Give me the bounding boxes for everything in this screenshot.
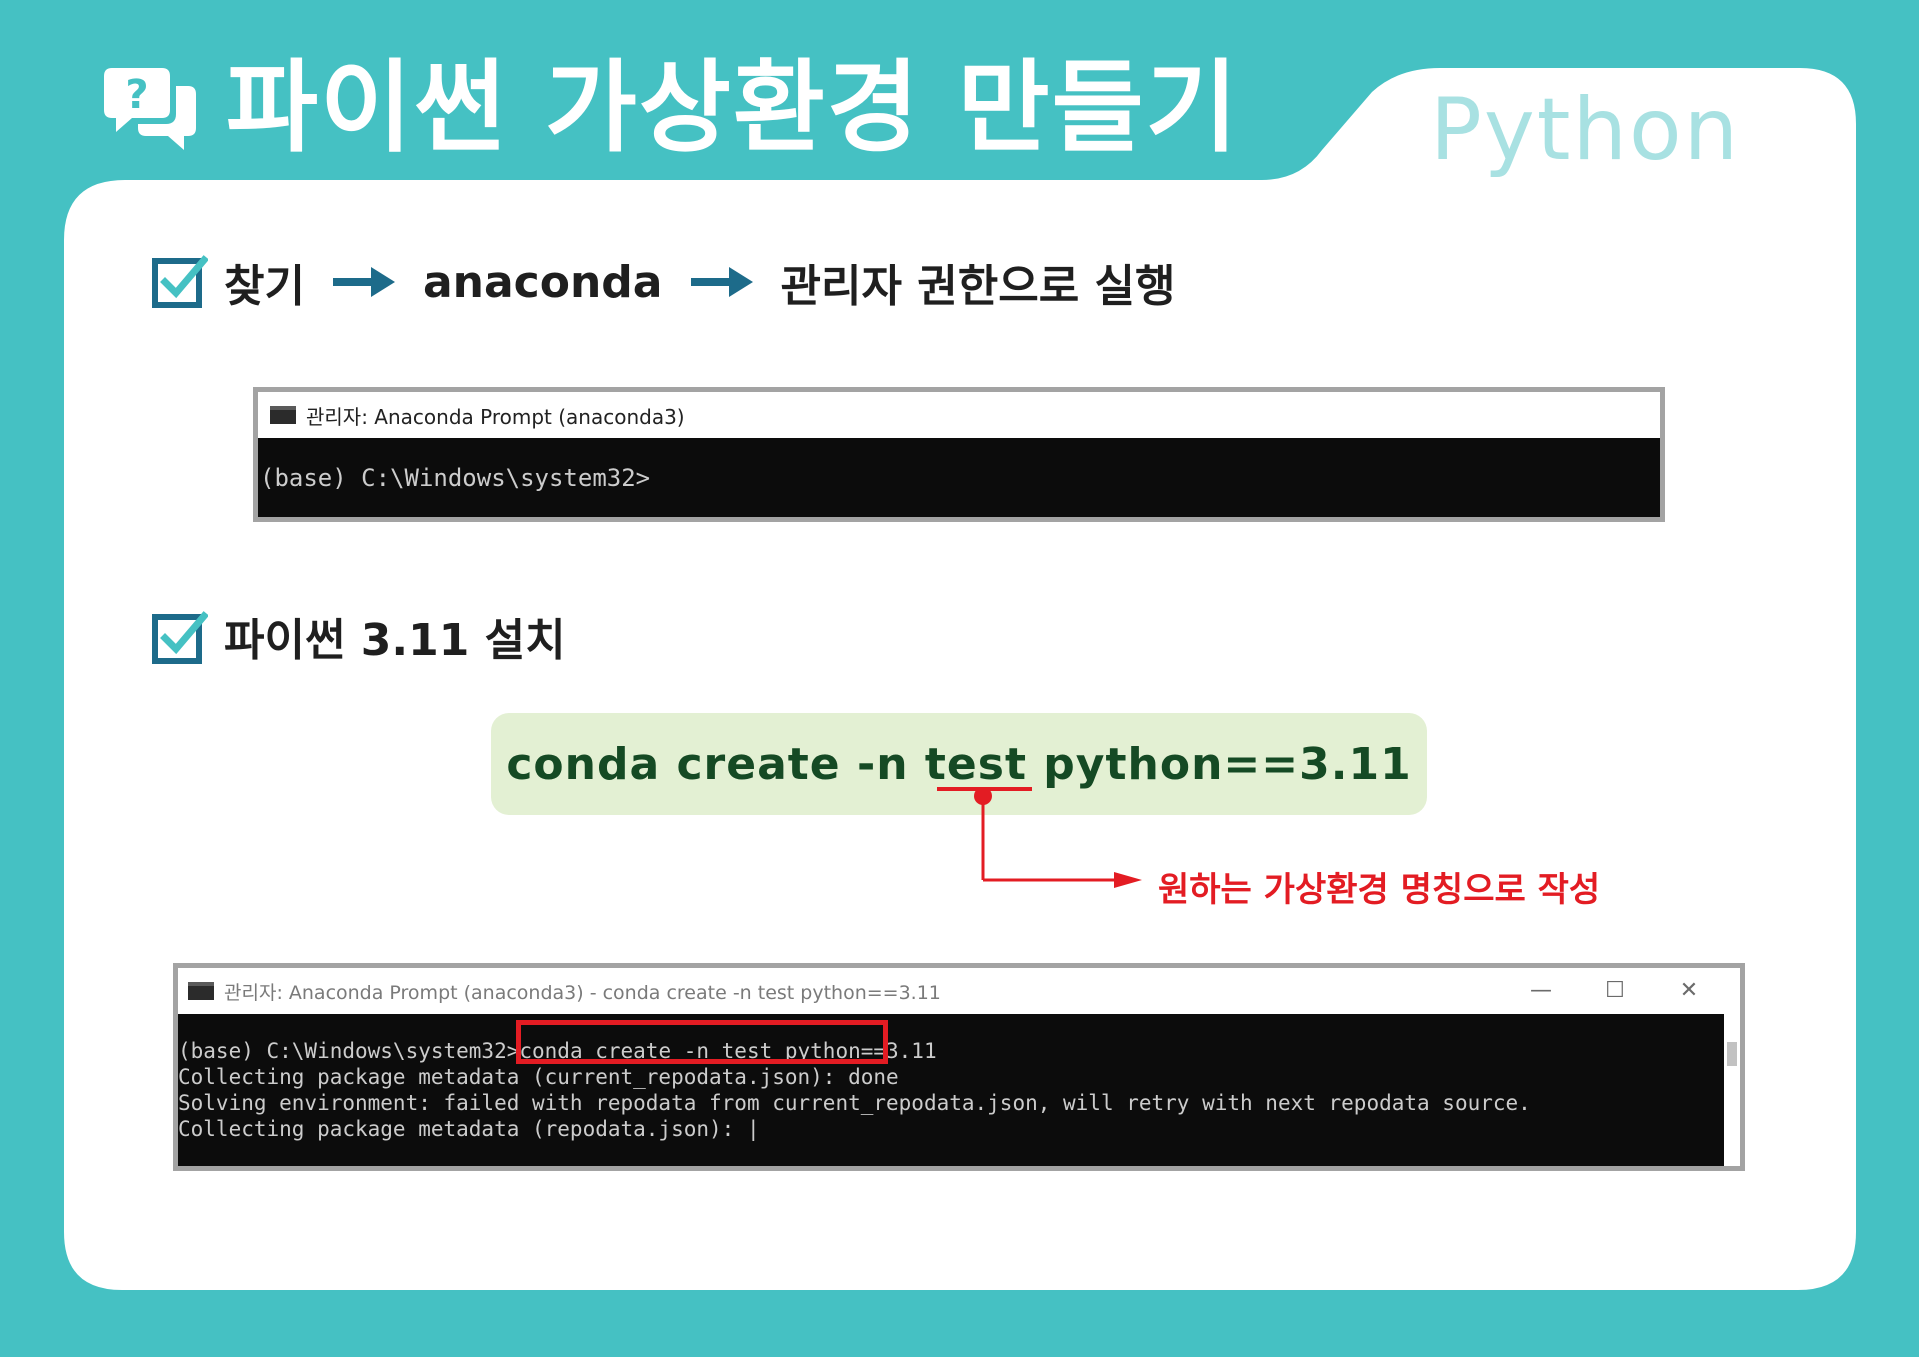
step1-find-label: 찾기 — [224, 261, 305, 312]
step1-run-as-admin-label: 관리자 권한으로 실행 — [780, 261, 1176, 312]
command-text: conda create -n test python==3.11 — [506, 739, 1411, 790]
command-env-name: test — [924, 738, 1027, 790]
question-chat-icon: ? — [104, 68, 196, 150]
terminal-titlebar: 관리자: Anaconda Prompt (anaconda3) - conda… — [178, 968, 1740, 1014]
step1-anaconda-label: anaconda — [422, 256, 663, 308]
terminal-prompt: (base) C:\Windows\system32> — [178, 1039, 520, 1063]
terminal-icon — [188, 982, 214, 1000]
terminal-title: 관리자: Anaconda Prompt (anaconda3) - conda… — [224, 981, 941, 1004]
right-arrow-icon — [690, 267, 753, 297]
terminal-body[interactable]: (base) C:\Windows\system32>conda create … — [178, 1014, 1740, 1166]
checkbox-checked-icon — [152, 611, 208, 664]
minimize-button[interactable]: — — [1504, 974, 1578, 1006]
window-controls: — ☐ ✕ — [1504, 974, 1726, 1006]
terminal-title: 관리자: Anaconda Prompt (anaconda3) — [306, 404, 685, 429]
command-suffix: python==3.11 — [1026, 738, 1412, 790]
terminal-window-admin-prompt: 관리자: Anaconda Prompt (anaconda3) (base) … — [253, 387, 1665, 522]
step-find-anaconda: 찾기 anaconda 관리자 권한으로 실행 — [224, 250, 1175, 314]
maximize-button[interactable]: ☐ — [1578, 974, 1652, 1006]
terminal-window-conda-create: 관리자: Anaconda Prompt (anaconda3) - conda… — [173, 963, 1745, 1171]
command-prefix: conda create -n — [506, 738, 925, 790]
terminal-titlebar: 관리자: Anaconda Prompt (anaconda3) — [258, 392, 1660, 438]
terminal-output-line: Collecting package metadata (current_rep… — [178, 1065, 899, 1089]
terminal-icon — [270, 406, 296, 424]
step-install-python: 파이썬 3.11 설치 — [224, 615, 566, 666]
scrollbar-thumb[interactable] — [1727, 1042, 1737, 1066]
terminal-output-line: Solving environment: failed with repodat… — [178, 1091, 1531, 1115]
terminal-body[interactable]: (base) C:\Windows\system32> — [258, 438, 1660, 517]
command-highlight-box — [516, 1020, 888, 1064]
page-title: 파이썬 가상환경 만들기 — [226, 49, 1240, 166]
terminal-output-line: Collecting package metadata (repodata.js… — [178, 1117, 760, 1141]
checkbox-checked-icon — [152, 255, 208, 308]
command-box: conda create -n test python==3.11 — [491, 713, 1427, 815]
svg-text:?: ? — [125, 72, 148, 118]
python-tab-label: Python — [1430, 80, 1741, 180]
right-arrow-icon — [332, 267, 395, 297]
terminal-command-line: (base) C:\Windows\system32>conda create … — [178, 1038, 1740, 1064]
annotation-text: 원하는 가상환경 명칭으로 작성 — [1158, 870, 1601, 910]
close-button[interactable]: ✕ — [1652, 974, 1726, 1006]
terminal-scrollbar[interactable] — [1724, 1014, 1740, 1166]
terminal-prompt-line: (base) C:\Windows\system32> — [260, 464, 651, 492]
